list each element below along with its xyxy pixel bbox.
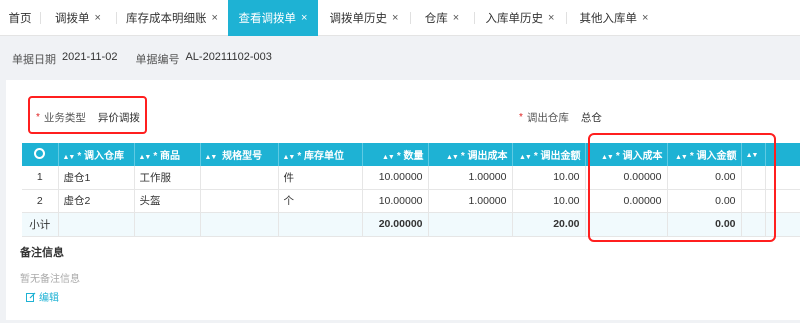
column-header-label: 数量 xyxy=(403,151,424,162)
close-icon[interactable]: × xyxy=(392,12,398,24)
tab-transfer-history[interactable]: 调拨单历史 × xyxy=(318,0,410,36)
cell-quantity: 10.00000 xyxy=(362,166,429,190)
close-icon[interactable]: × xyxy=(301,12,307,24)
required-mark: * xyxy=(396,151,401,162)
sort-icon: ▲▼ xyxy=(62,154,76,161)
summary-out-amount: 20.00 xyxy=(512,212,586,237)
tab-inventory-cost-ledger[interactable]: 库存成本明细账 × xyxy=(116,0,228,36)
tab-label: 调拨单 xyxy=(55,13,90,25)
required-mark: * xyxy=(519,112,523,123)
tab-label: 入库单历史 xyxy=(485,13,544,25)
cell-product: 工作服 xyxy=(134,166,201,190)
cell-spec xyxy=(200,166,279,190)
column-header-label: 调出成本 xyxy=(467,151,508,162)
summary-empty xyxy=(200,212,279,237)
highlight-in-cost-columns xyxy=(588,133,776,242)
cell-out-cost: 1.00000 xyxy=(428,189,513,213)
tab-other-inbound[interactable]: 其他入库单 × xyxy=(566,0,662,36)
cell-quantity: 10.00000 xyxy=(362,189,429,213)
notes-title: 备注信息 xyxy=(20,247,64,259)
tab-label: 其他入库单 xyxy=(579,13,638,25)
column-unit[interactable]: ▲▼ * 库存单位 xyxy=(278,143,363,166)
sort-icon: ▲▼ xyxy=(381,154,395,161)
column-header-label: 调出金额 xyxy=(540,151,581,162)
column-header-label: 规格型号 xyxy=(222,151,263,162)
out-warehouse-value: 总仓 xyxy=(580,112,602,124)
cell-spec xyxy=(200,189,279,213)
document-meta: 单据日期 2021-11-02 单据编号 AL-20211102-003 xyxy=(12,51,284,67)
column-in-warehouse[interactable]: ▲▼ * 调入仓库 xyxy=(58,143,135,166)
close-icon[interactable]: × xyxy=(212,12,218,24)
row-index: 2 xyxy=(22,189,59,213)
tab-transfer-order[interactable]: 调拨单 × xyxy=(40,0,116,36)
tab-home[interactable]: 首页 xyxy=(0,0,40,36)
cell-out-amount: 10.00 xyxy=(512,166,586,190)
column-out-cost[interactable]: ▲▼ * 调出成本 xyxy=(428,143,513,166)
tab-label: 首页 xyxy=(8,13,32,25)
sort-icon: ▲▼ xyxy=(138,154,152,161)
column-quantity[interactable]: ▲▼ * 数量 xyxy=(362,143,429,166)
sort-icon: ▲▼ xyxy=(204,154,218,161)
required-mark: * xyxy=(533,151,538,162)
summary-quantity: 20.00000 xyxy=(362,212,429,237)
cell-in-warehouse: 虚仓1 xyxy=(58,166,135,190)
cell-product: 头盔 xyxy=(134,189,201,213)
column-header-label: 库存单位 xyxy=(304,151,345,162)
close-icon[interactable]: × xyxy=(642,12,648,24)
gear-icon xyxy=(34,147,46,159)
tab-bar: 首页 调拨单 × 库存成本明细账 × 查看调拨单 × 调拨单历史 × 仓库 × … xyxy=(0,0,800,36)
document-number-value: AL-20211102-003 xyxy=(185,51,272,63)
edit-notes-label: 编辑 xyxy=(39,293,59,304)
cell-out-amount: 10.00 xyxy=(512,189,586,213)
close-icon[interactable]: × xyxy=(548,12,554,24)
tab-warehouse[interactable]: 仓库 × xyxy=(410,0,474,36)
document-number-label: 单据编号 xyxy=(135,54,180,66)
summary-empty xyxy=(428,212,513,237)
sort-icon: ▲▼ xyxy=(518,154,532,161)
close-icon[interactable]: × xyxy=(95,12,101,24)
summary-empty xyxy=(134,212,201,237)
column-out-amount[interactable]: ▲▼ * 调出金额 xyxy=(512,143,586,166)
edit-icon xyxy=(26,292,36,302)
column-spec[interactable]: ▲▼ 规格型号 xyxy=(200,143,279,166)
tab-label: 调拨单历史 xyxy=(329,13,388,25)
tab-view-transfer-order[interactable]: 查看调拨单 × xyxy=(228,0,318,36)
tab-label: 查看调拨单 xyxy=(238,13,297,25)
out-warehouse-field: * 调出仓库 总仓 xyxy=(519,110,602,125)
out-warehouse-label: 调出仓库 xyxy=(526,112,569,124)
close-icon[interactable]: × xyxy=(453,12,459,24)
cell-in-warehouse: 虚仓2 xyxy=(58,189,135,213)
summary-empty xyxy=(278,212,363,237)
required-mark: * xyxy=(77,151,82,162)
column-settings-button[interactable] xyxy=(22,143,59,166)
sort-icon: ▲▼ xyxy=(282,154,296,161)
notes-empty-text: 暂无备注信息 xyxy=(20,274,80,285)
required-mark: * xyxy=(460,151,465,162)
highlight-business-type xyxy=(28,96,147,134)
column-header-label: 调入仓库 xyxy=(84,151,125,162)
tab-label: 仓库 xyxy=(424,13,448,25)
cell-unit: 个 xyxy=(278,189,363,213)
summary-label: 小计 xyxy=(22,212,59,237)
document-date-label: 单据日期 xyxy=(12,54,56,66)
column-product[interactable]: ▲▼ * 商品 xyxy=(134,143,201,166)
document-date-value: 2021-11-02 xyxy=(62,51,118,63)
column-header-label: 商品 xyxy=(160,151,181,162)
row-index: 1 xyxy=(22,166,59,190)
required-mark: * xyxy=(297,151,302,162)
summary-empty xyxy=(58,212,135,237)
cell-out-cost: 1.00000 xyxy=(428,166,513,190)
tab-label: 库存成本明细账 xyxy=(126,13,207,25)
sort-icon: ▲▼ xyxy=(445,154,459,161)
required-mark: * xyxy=(153,151,158,162)
edit-notes-button[interactable]: 编辑 xyxy=(26,289,59,304)
cell-unit: 件 xyxy=(278,166,363,190)
tab-inbound-history[interactable]: 入库单历史 × xyxy=(474,0,566,36)
